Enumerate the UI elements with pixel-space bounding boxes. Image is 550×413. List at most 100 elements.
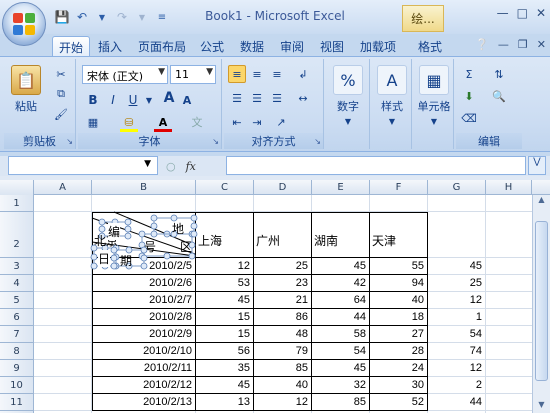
resize-handle[interactable] (190, 214, 198, 222)
font-size-combo[interactable]: 11 ▼ (170, 65, 216, 84)
row-header[interactable]: 4 (0, 275, 34, 292)
borders-icon[interactable]: ▦ (84, 113, 102, 131)
vertical-scrollbar[interactable]: ▲ ▼ (532, 195, 550, 413)
office-button[interactable] (2, 2, 46, 46)
resize-handle[interactable] (163, 230, 171, 238)
shrink-font-button[interactable]: A (178, 91, 196, 109)
scroll-up-icon[interactable]: ▲ (533, 195, 550, 208)
styles-button[interactable]: A 样式 ▼ (374, 65, 410, 127)
merge-center-icon[interactable]: ↔ (294, 89, 312, 107)
data-cell[interactable]: 79 (254, 345, 312, 357)
worksheet-grid[interactable]: ABCDEFGH ▲ ▼ 123456789101112北京上海广州湖南天津编号… (0, 180, 550, 413)
data-cell[interactable]: 52 (370, 396, 428, 408)
align-right-icon[interactable]: ☰ (268, 89, 286, 107)
row-header[interactable]: 6 (0, 309, 34, 326)
date-cell[interactable]: 2010/2/7 (92, 294, 196, 306)
resize-handle[interactable] (190, 230, 198, 238)
column-header[interactable]: F (370, 180, 428, 195)
tab-review[interactable]: 审阅 (274, 36, 310, 56)
date-cell[interactable]: 2010/2/5 (92, 260, 196, 272)
bold-button[interactable]: B (84, 91, 102, 109)
data-cell[interactable]: 12 (196, 260, 254, 272)
data-cell[interactable]: 30 (370, 379, 428, 391)
minimize-icon[interactable]: — (498, 38, 509, 51)
data-cell[interactable]: 2 (428, 379, 486, 391)
autosum-icon[interactable]: Σ (460, 65, 478, 83)
format-painter-icon[interactable]: 🖌 (52, 105, 70, 123)
header-cell[interactable]: 湖南 (314, 232, 338, 249)
shape-label[interactable]: 编 (108, 223, 121, 240)
date-cell[interactable]: 2010/2/12 (92, 379, 196, 391)
help-icon[interactable]: ❔ (475, 38, 489, 51)
resize-handle[interactable] (124, 225, 132, 233)
resize-handle[interactable] (150, 214, 158, 222)
data-cell[interactable]: 45 (196, 379, 254, 391)
row-header[interactable]: 8 (0, 343, 34, 360)
sort-filter-icon[interactable]: ⇅ (490, 65, 508, 83)
row-header[interactable]: 11 (0, 394, 34, 411)
dialog-launcher-icon[interactable]: ↘ (212, 137, 219, 146)
data-cell[interactable]: 85 (312, 396, 370, 408)
data-cell[interactable]: 45 (312, 362, 370, 374)
data-cell[interactable]: 40 (254, 379, 312, 391)
data-cell[interactable]: 23 (254, 277, 312, 289)
data-cell[interactable]: 54 (428, 328, 486, 340)
phonetic-icon[interactable]: 文 (188, 113, 206, 131)
resize-handle[interactable] (98, 218, 106, 226)
data-cell[interactable]: 42 (312, 277, 370, 289)
cells-button[interactable]: ▦ 单元格 ▼ (414, 65, 454, 127)
data-cell[interactable]: 15 (196, 311, 254, 323)
data-cell[interactable]: 45 (428, 260, 486, 272)
italic-button[interactable]: I (104, 91, 122, 109)
restore-icon[interactable]: ❐ (518, 38, 528, 51)
scroll-down-icon[interactable]: ▼ (533, 400, 550, 413)
find-select-icon[interactable]: 🔍 (490, 87, 508, 105)
copy-icon[interactable]: ⧉ (52, 85, 70, 103)
clear-icon[interactable]: ⌫ (460, 109, 478, 127)
date-cell[interactable]: 2010/2/11 (92, 362, 196, 374)
close-icon[interactable]: ✕ (536, 6, 546, 20)
header-cell[interactable]: 天津 (372, 232, 396, 249)
column-header[interactable]: C (196, 180, 254, 195)
column-header[interactable]: B (92, 180, 196, 195)
grow-font-button[interactable]: A (160, 89, 178, 107)
data-cell[interactable]: 25 (254, 260, 312, 272)
row-header[interactable]: 1 (0, 195, 34, 212)
header-cell[interactable]: 上海 (198, 232, 222, 249)
data-cell[interactable]: 58 (312, 328, 370, 340)
column-header[interactable]: A (34, 180, 92, 195)
tab-data[interactable]: 数据 (234, 36, 270, 56)
resize-handle[interactable] (150, 230, 158, 238)
data-cell[interactable]: 1 (428, 311, 486, 323)
column-header[interactable]: H (486, 180, 532, 195)
shape-label[interactable]: 号 (144, 238, 156, 255)
data-cell[interactable]: 56 (196, 345, 254, 357)
data-cell[interactable]: 44 (312, 311, 370, 323)
tab-addins[interactable]: 加载项 (354, 36, 402, 56)
tab-view[interactable]: 视图 (314, 36, 350, 56)
fill-icon[interactable]: ⬇ (460, 87, 478, 105)
shape-label[interactable]: 地 (172, 220, 184, 237)
data-cell[interactable]: 18 (370, 311, 428, 323)
font-name-combo[interactable]: 宋体 (正文) ▼ (82, 65, 168, 84)
column-header[interactable]: E (312, 180, 370, 195)
data-cell[interactable]: 25 (428, 277, 486, 289)
align-left-icon[interactable]: ☰ (228, 89, 246, 107)
column-header[interactable]: G (428, 180, 486, 195)
date-cell[interactable]: 2010/2/8 (92, 311, 196, 323)
dialog-launcher-icon[interactable]: ↘ (66, 137, 73, 146)
tab-home[interactable]: 开始 (52, 36, 91, 56)
decrease-indent-icon[interactable]: ⇤ (228, 113, 246, 131)
underline-dropdown-icon[interactable]: ▼ (140, 91, 158, 109)
data-cell[interactable]: 54 (312, 345, 370, 357)
data-cell[interactable]: 74 (428, 345, 486, 357)
dialog-launcher-icon[interactable]: ↘ (314, 137, 321, 146)
resize-handle[interactable] (163, 252, 171, 260)
align-center-icon[interactable]: ☰ (248, 89, 266, 107)
row-header[interactable]: 7 (0, 326, 34, 343)
date-cell[interactable]: 2010/2/6 (92, 277, 196, 289)
header-cell[interactable]: 广州 (256, 232, 280, 249)
cut-icon[interactable]: ✂ (52, 65, 70, 83)
drawing-tools-context-tab[interactable]: 绘... (402, 5, 444, 32)
row-header[interactable]: 10 (0, 377, 34, 394)
